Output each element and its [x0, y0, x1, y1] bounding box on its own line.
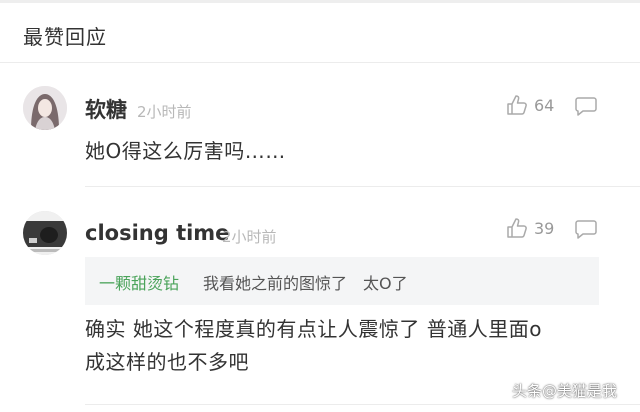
thumbs-up-icon — [507, 218, 527, 238]
comment-text: 她O得这么厉害吗…… — [85, 139, 286, 163]
quoted-reply[interactable]: 一颗甜烫钻 我看她之前的图惊了 太O了 — [85, 257, 599, 305]
divider — [85, 186, 640, 187]
comment-bubble-icon — [575, 220, 597, 239]
comment-bubble-icon — [575, 97, 597, 116]
reply-button[interactable] — [575, 96, 597, 120]
avatar[interactable] — [23, 86, 67, 130]
reply-button[interactable] — [575, 219, 597, 243]
divider — [85, 404, 640, 405]
avatar-image — [23, 211, 67, 255]
avatar[interactable] — [23, 211, 67, 255]
like-button[interactable]: 39 — [506, 217, 554, 239]
username[interactable]: 软糖 — [85, 94, 127, 124]
comment-text-line: 确实 她这个程度真的有点让人震惊了 普通人里面o — [85, 317, 542, 341]
like-button[interactable]: 64 — [506, 94, 554, 116]
username[interactable]: closing time — [85, 221, 229, 245]
quote-author[interactable]: 一颗甜烫钻 — [99, 270, 179, 294]
divider — [0, 62, 640, 63]
like-count: 39 — [534, 218, 555, 238]
watermark: 头条@美猫是我 — [512, 382, 618, 400]
like-count: 64 — [534, 95, 555, 115]
avatar-image — [23, 86, 67, 130]
timestamp: 2小时前 — [222, 228, 277, 246]
quote-text: 我看她之前的图惊了 太O了 — [203, 274, 408, 293]
top-separator — [0, 0, 640, 3]
comment-text-line: 成这样的也不多吧 — [85, 350, 249, 374]
section-title: 最赞回应 — [23, 25, 107, 49]
thumbs-up-icon — [507, 95, 527, 115]
timestamp: 2小时前 — [137, 103, 192, 121]
comment-text: 确实 她这个程度真的有点让人震惊了 普通人里面o 成这样的也不多吧 — [85, 313, 605, 379]
